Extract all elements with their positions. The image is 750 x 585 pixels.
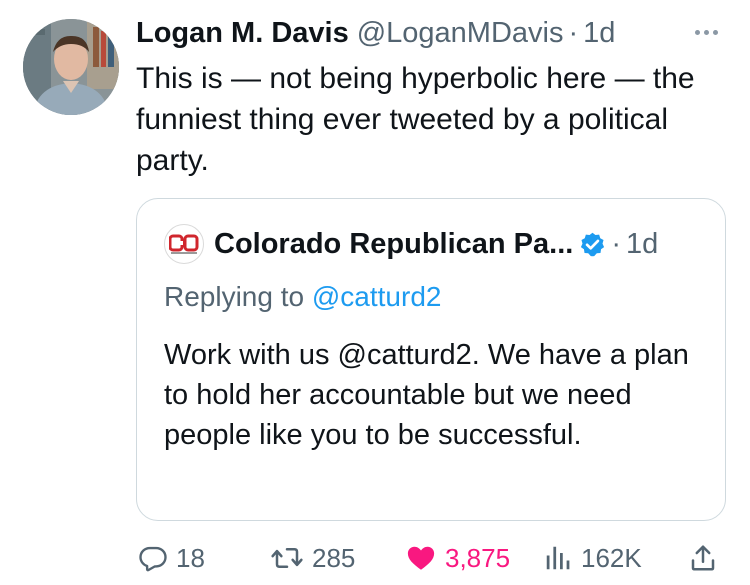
tweet-action-bar: 18 285 3,875 162K (136, 538, 726, 578)
views-button[interactable]: 162K (543, 538, 642, 578)
replying-to-label: Replying to (164, 281, 305, 312)
more-dots-icon (694, 29, 700, 35)
author-name[interactable]: Logan M. Davis (136, 17, 349, 50)
avatar-photo (23, 19, 119, 115)
views-bar-icon (546, 546, 570, 570)
quoted-tweet-header: Colorado Republican Pa... · 1d (164, 224, 658, 264)
quoted-tweet-card[interactable]: Colorado Republican Pa... · 1d Replying … (136, 198, 726, 521)
share-icon (691, 545, 715, 571)
retweet-button[interactable]: 285 (270, 538, 355, 578)
tweet-text: This is — not being hyperbolic here — th… (136, 62, 695, 177)
like-count: 3,875 (445, 542, 511, 573)
share-button[interactable] (688, 538, 726, 578)
author-avatar[interactable] (23, 19, 119, 115)
quoted-author-avatar[interactable] (164, 224, 204, 264)
more-options-button[interactable] (686, 20, 726, 44)
views-count: 162K (581, 542, 642, 573)
author-handle[interactable]: @LoganMDavis (357, 17, 564, 50)
verified-badge-icon (581, 232, 605, 256)
like-button[interactable]: 3,875 (405, 538, 510, 578)
retweet-icon (271, 548, 303, 568)
quoted-tweet-timestamp[interactable]: 1d (626, 228, 658, 261)
reply-bubble-icon (139, 546, 167, 572)
header-separator: · (568, 16, 579, 49)
quoted-tweet-text: Work with us @catturd2. We have a plan t… (164, 339, 689, 451)
retweet-count: 285 (312, 542, 356, 573)
reply-button[interactable]: 18 (138, 538, 205, 578)
tweet-header: Logan M. Davis @LoganMDavis · 1d (136, 14, 615, 52)
quoted-header-separator: · (611, 227, 621, 260)
heart-icon (407, 546, 435, 570)
tweet-timestamp[interactable]: 1d (583, 17, 615, 50)
reply-count: 18 (176, 542, 205, 573)
colorado-gop-logo-icon (169, 234, 199, 254)
replying-to-handle[interactable]: @catturd2 (312, 281, 442, 312)
replying-to: Replying to @catturd2 (164, 281, 441, 313)
quoted-author-name[interactable]: Colorado Republican Pa... (214, 228, 573, 261)
